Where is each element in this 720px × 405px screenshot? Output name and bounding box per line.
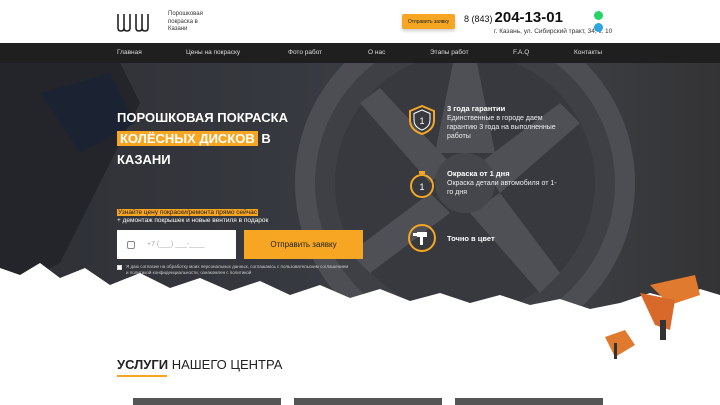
nav-item-contacts[interactable]: Контакты — [574, 49, 602, 56]
service-card[interactable] — [455, 398, 603, 405]
whatsapp-icon[interactable] — [594, 11, 603, 20]
services-title-bold: УСЛУГИ — [117, 357, 169, 372]
header-request-button[interactable]: Отправить заявку — [402, 14, 455, 29]
services-title: УСЛУГИ НАШЕГО ЦЕНТРА — [117, 357, 282, 372]
service-card[interactable] — [133, 398, 281, 405]
nav-item-home[interactable]: Главная — [117, 49, 142, 56]
nav-item-photos[interactable]: Фото работ — [288, 49, 322, 56]
services-title-rest: НАШЕГО ЦЕНТРА — [171, 357, 283, 372]
service-card[interactable] — [294, 398, 442, 405]
site-header: Порошковая покраска в Казани Отправить з… — [0, 0, 720, 43]
telegram-icon[interactable] — [594, 23, 603, 32]
services-underline — [117, 375, 167, 377]
phone-number[interactable]: 8 (843) 204-13-01 — [464, 9, 563, 26]
nav-item-faq[interactable]: F.A.Q — [513, 49, 529, 56]
spray-gun-decor — [605, 275, 700, 359]
phone-digits: 204-13-01 — [494, 9, 563, 26]
nav-item-about[interactable]: О нас — [368, 49, 385, 56]
logo-caption: Порошковая покраска в Казани — [168, 11, 203, 32]
nav-item-stages[interactable]: Этапы работ — [430, 49, 469, 56]
nav-item-prices[interactable]: Цены на покраску — [186, 49, 240, 56]
logo[interactable] — [117, 12, 151, 32]
phone-prefix: 8 (843) — [464, 14, 493, 24]
main-nav: Главная Цены на покраску Фото работ О на… — [0, 43, 720, 63]
